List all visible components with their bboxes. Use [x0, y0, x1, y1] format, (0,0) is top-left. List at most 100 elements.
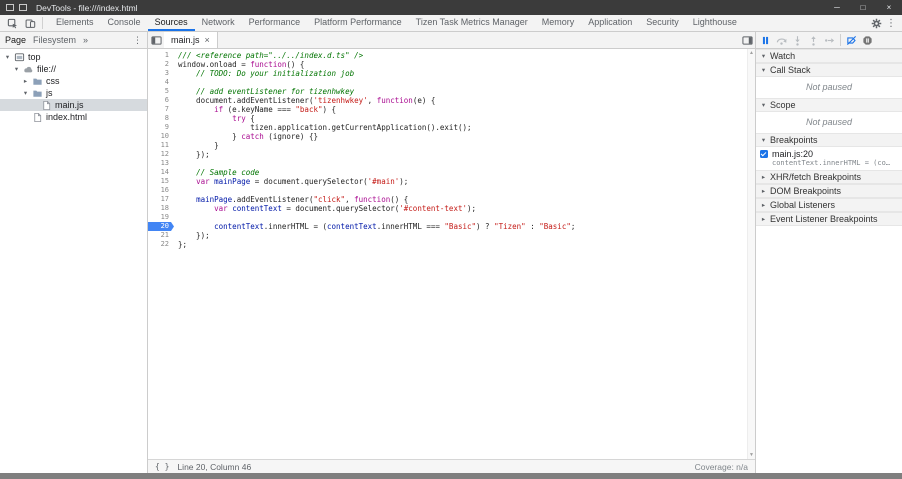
token-plain: ;	[571, 222, 576, 231]
token-comment: /// <reference path="../../index.d.ts" /…	[178, 51, 363, 60]
chevron-right-icon[interactable]: ▸	[22, 77, 29, 85]
frame-icon	[14, 52, 25, 63]
line-number[interactable]: 2	[148, 60, 174, 69]
tab-elements[interactable]: Elements	[49, 15, 101, 31]
line-number[interactable]: 17	[148, 195, 174, 204]
step-out-icon[interactable]	[806, 33, 821, 48]
navigator-overflow-icon[interactable]: »	[83, 35, 88, 45]
code-content[interactable]: /// <reference path="../../index.d.ts" /…	[174, 49, 747, 459]
line-number[interactable]: 11	[148, 141, 174, 150]
line-number[interactable]: 12	[148, 150, 174, 159]
close-button[interactable]: ×	[876, 0, 902, 15]
line-number[interactable]: 3	[148, 69, 174, 78]
line-number[interactable]: 9	[148, 123, 174, 132]
inspect-element-icon[interactable]	[4, 16, 20, 31]
token-comment: // Sample code	[196, 168, 259, 177]
navigator-more-icon[interactable]: ⋮	[133, 35, 142, 46]
line-number[interactable]: 13	[148, 159, 174, 168]
section-header-global-listeners[interactable]: ▸Global Listeners	[756, 198, 902, 212]
line-number[interactable]: 4	[148, 78, 174, 87]
tree-item-top[interactable]: ▾top	[0, 51, 147, 63]
navigator-tab-filesystem[interactable]: Filesystem	[33, 35, 76, 45]
line-number[interactable]: 10	[148, 132, 174, 141]
step-over-icon[interactable]	[774, 33, 789, 48]
more-menu-icon[interactable]: ⋮	[884, 18, 898, 29]
debugger-panel-toggle-icon[interactable]	[739, 33, 755, 48]
debugger-toolbar	[756, 32, 902, 49]
scroll-up-icon[interactable]: ▲	[749, 50, 754, 56]
line-number[interactable]: 5	[148, 87, 174, 96]
pause-script-icon[interactable]	[758, 33, 773, 48]
line-number[interactable]: 14	[148, 168, 174, 177]
step-into-icon[interactable]	[790, 33, 805, 48]
tree-item-css[interactable]: ▸css	[0, 75, 147, 87]
chevron-down-icon[interactable]: ▾	[4, 53, 11, 61]
line-number[interactable]: 8	[148, 114, 174, 123]
breakpoint-marker[interactable]: 20	[148, 222, 174, 231]
chevron-down-icon[interactable]: ▾	[13, 65, 20, 73]
tree-item-index-html[interactable]: index.html	[0, 111, 147, 123]
section-header-watch[interactable]: ▾Watch	[756, 49, 902, 63]
tab-network[interactable]: Network	[195, 15, 242, 31]
tree-item-file[interactable]: ▾file://	[0, 63, 147, 75]
tab-performance[interactable]: Performance	[242, 15, 308, 31]
tab-tizen-task-metrics-manager[interactable]: Tizen Task Metrics Manager	[409, 15, 535, 31]
section-label: Call Stack	[770, 65, 811, 75]
line-number[interactable]: 22	[148, 240, 174, 249]
pretty-print-icon[interactable]: { }	[155, 462, 169, 471]
navigator-tab-page[interactable]: Page	[5, 35, 26, 45]
line-number[interactable]: 15	[148, 177, 174, 186]
section-header-breakpoints[interactable]: ▾Breakpoints	[756, 133, 902, 147]
code-editor[interactable]: 12345678910111213141516171819202122 /// …	[148, 49, 755, 459]
deactivate-breakpoints-icon[interactable]	[844, 33, 859, 48]
device-toolbar-icon[interactable]	[22, 16, 38, 31]
tree-item-js[interactable]: ▾js	[0, 87, 147, 99]
section-header-call-stack[interactable]: ▾Call Stack	[756, 63, 902, 77]
line-number[interactable]: 19	[148, 213, 174, 222]
step-icon[interactable]	[822, 33, 837, 48]
settings-gear-icon[interactable]	[868, 16, 884, 31]
token-plain: );	[399, 177, 408, 186]
token-string: "click"	[313, 195, 345, 204]
token-string: "back"	[295, 105, 322, 114]
token-plain	[178, 87, 196, 96]
file-tree[interactable]: ▾top▾file://▸css▾jsmain.jsindex.html	[0, 49, 147, 473]
tab-security[interactable]: Security	[639, 15, 686, 31]
line-number[interactable]: 6	[148, 96, 174, 105]
tab-application[interactable]: Application	[581, 15, 639, 31]
tree-item-main-js[interactable]: main.js	[0, 99, 147, 111]
breakpoint-entry[interactable]: main.js:20contentText.innerHTML = (co…	[756, 147, 902, 170]
line-number-gutter[interactable]: 12345678910111213141516171819202122	[148, 49, 174, 459]
tab-sources[interactable]: Sources	[148, 15, 195, 31]
line-number[interactable]: 18	[148, 204, 174, 213]
section-header-xhr-fetch-breakpoints[interactable]: ▸XHR/fetch Breakpoints	[756, 170, 902, 184]
section-header-event-listener-breakpoints[interactable]: ▸Event Listener Breakpoints	[756, 212, 902, 226]
editor-tab-mainjs[interactable]: main.js ×	[164, 32, 218, 48]
navigator-panel-toggle-icon[interactable]	[148, 33, 164, 48]
window-controls: ─ □ ×	[824, 0, 902, 15]
section-header-dom-breakpoints[interactable]: ▸DOM Breakpoints	[756, 184, 902, 198]
token-keyword: if	[214, 105, 223, 114]
tab-platform-performance[interactable]: Platform Performance	[307, 15, 409, 31]
line-number[interactable]: 1	[148, 51, 174, 60]
code-line: mainPage.addEventListener("click", funct…	[178, 195, 747, 204]
editor-scrollbar[interactable]: ▲ ▼	[747, 49, 755, 459]
line-number[interactable]: 16	[148, 186, 174, 195]
section-label: Event Listener Breakpoints	[770, 214, 878, 224]
breakpoint-checkbox[interactable]	[760, 150, 768, 158]
tab-console[interactable]: Console	[101, 15, 148, 31]
code-line: if (e.keyName === "back") {	[178, 105, 747, 114]
maximize-button[interactable]: □	[850, 0, 876, 15]
token-plain: });	[178, 150, 210, 159]
scroll-down-icon[interactable]: ▼	[749, 452, 754, 458]
token-plain	[178, 177, 196, 186]
chevron-down-icon[interactable]: ▾	[22, 89, 29, 97]
pause-on-exceptions-icon[interactable]	[860, 33, 875, 48]
line-number[interactable]: 21	[148, 231, 174, 240]
tab-memory[interactable]: Memory	[535, 15, 582, 31]
section-header-scope[interactable]: ▾Scope	[756, 98, 902, 112]
minimize-button[interactable]: ─	[824, 0, 850, 15]
tab-close-icon[interactable]: ×	[205, 35, 210, 45]
line-number[interactable]: 7	[148, 105, 174, 114]
tab-lighthouse[interactable]: Lighthouse	[686, 15, 744, 31]
